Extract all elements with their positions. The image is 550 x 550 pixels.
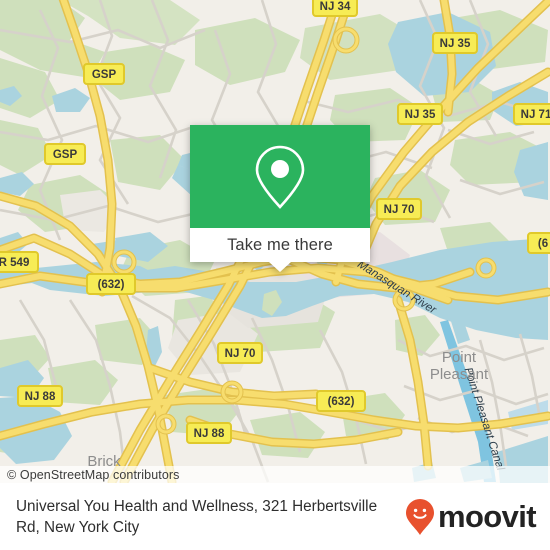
road-shield-gsp-b: GSP <box>44 143 86 165</box>
road-shield-nj34: NJ 34 <box>312 0 358 17</box>
svg-text:GSP: GSP <box>53 149 78 161</box>
road-shield-cr549: R 549 <box>0 251 39 273</box>
road-shield-nj88-b: NJ 88 <box>186 422 232 444</box>
svg-text:NJ 88: NJ 88 <box>25 391 56 403</box>
svg-text:R 549: R 549 <box>0 257 29 269</box>
map-attribution[interactable]: © OpenStreetMap contributors <box>0 466 550 483</box>
moovit-smiley-pin-icon <box>405 498 434 535</box>
location-pin-icon <box>255 145 305 209</box>
svg-text:(632): (632) <box>98 279 125 291</box>
svg-text:NJ 70: NJ 70 <box>384 204 415 216</box>
svg-text:(632): (632) <box>328 396 355 408</box>
road-shield-nj71: NJ 71 <box>513 103 550 125</box>
road-shield-nj70-a: NJ 70 <box>376 198 422 220</box>
bottom-info-bar: Universal You Health and Wellness, 321 H… <box>0 483 550 550</box>
road-shield-nj70-b: NJ 70 <box>217 342 263 364</box>
road-shield-gsp-a: GSP <box>83 63 125 85</box>
svg-text:NJ 35: NJ 35 <box>405 109 436 121</box>
map-screenshot: Manasquan River Point Pleasant Canal Poi… <box>0 0 550 550</box>
svg-text:NJ 71: NJ 71 <box>521 109 550 121</box>
callout-pin-panel <box>190 125 370 228</box>
road-shield-nj35-a: NJ 35 <box>432 32 478 54</box>
place-label-pleasant: Pleasant <box>430 366 489 383</box>
svg-text:NJ 70: NJ 70 <box>225 348 256 360</box>
svg-text:NJ 34: NJ 34 <box>320 1 351 13</box>
callout-action-bar[interactable]: Take me there <box>190 228 370 272</box>
moovit-wordmark: moovit <box>437 499 537 534</box>
svg-text:NJ 88: NJ 88 <box>194 428 225 440</box>
road-shield-cr6xx-right: (6 <box>527 232 550 254</box>
road-shield-cr632-a: (632) <box>86 273 136 295</box>
place-caption: Universal You Health and Wellness, 321 H… <box>16 497 378 536</box>
svg-text:NJ 35: NJ 35 <box>440 38 471 50</box>
road-shield-nj88-a: NJ 88 <box>17 385 63 407</box>
road-shield-nj35-b: NJ 35 <box>397 103 443 125</box>
take-me-there-button[interactable]: Take me there <box>227 236 333 255</box>
road-shield-cr632-b: (632) <box>316 390 366 412</box>
svg-text:GSP: GSP <box>92 69 117 81</box>
place-label-point: Point <box>442 349 477 366</box>
callout-pointer-tail <box>269 262 291 272</box>
attribution-text: © OpenStreetMap contributors <box>7 468 180 482</box>
moovit-logo[interactable]: moovit <box>405 498 537 536</box>
svg-text:(6: (6 <box>538 238 548 250</box>
map-callout-card[interactable]: Take me there <box>190 125 370 272</box>
